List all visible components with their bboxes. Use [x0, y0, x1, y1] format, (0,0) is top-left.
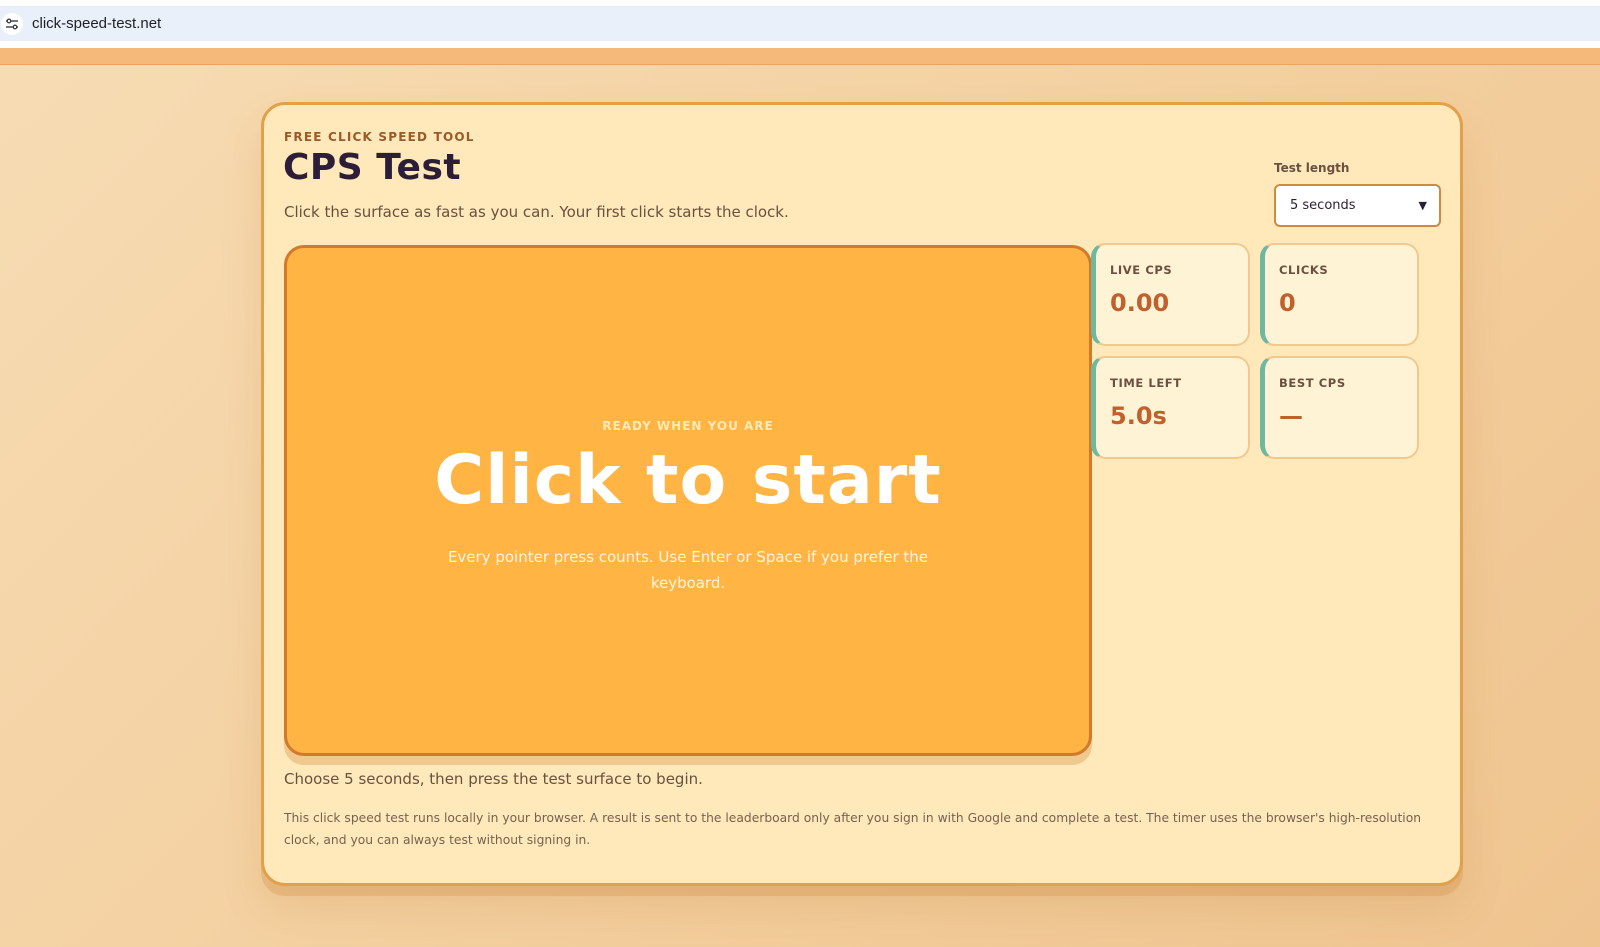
- stat-live-cps: LIVE CPS 0.00: [1091, 243, 1250, 346]
- site-top-strip: [0, 48, 1600, 65]
- surface-title: Click to start: [434, 441, 942, 520]
- stat-label: BEST CPS: [1279, 376, 1346, 390]
- click-test-surface[interactable]: READY WHEN YOU ARE Click to start Every …: [284, 245, 1092, 756]
- tune-icon[interactable]: [1, 12, 23, 35]
- surface-hint: Every pointer press counts. Use Enter or…: [447, 548, 929, 592]
- stat-best-cps: BEST CPS —: [1260, 356, 1419, 459]
- stat-value: 5.0s: [1110, 402, 1167, 430]
- test-length-label: Test length: [1274, 161, 1350, 175]
- test-length-value: 5 seconds: [1290, 198, 1356, 213]
- chevron-down-icon: ▼: [1418, 199, 1427, 212]
- stat-label: CLICKS: [1279, 263, 1329, 277]
- stat-clicks: CLICKS 0: [1260, 243, 1419, 346]
- page-title: CPS Test: [283, 147, 462, 188]
- stat-value: 0.00: [1110, 289, 1170, 317]
- eyebrow-label: FREE CLICK SPEED TOOL: [284, 130, 475, 144]
- stat-label: TIME LEFT: [1110, 376, 1182, 390]
- browser-chrome: click-speed-test.net: [0, 0, 1600, 48]
- stat-value: —: [1279, 402, 1303, 430]
- status-line: Choose 5 seconds, then press the test su…: [284, 770, 703, 788]
- privacy-footnote: This click speed test runs locally in yo…: [284, 811, 1422, 847]
- address-bar[interactable]: click-speed-test.net: [0, 6, 1600, 41]
- url-text[interactable]: click-speed-test.net: [32, 15, 161, 32]
- test-length-select[interactable]: 5 seconds ▼: [1274, 184, 1441, 227]
- stat-label: LIVE CPS: [1110, 263, 1173, 277]
- surface-eyebrow: READY WHEN YOU ARE: [602, 419, 774, 433]
- stat-time-left: TIME LEFT 5.0s: [1091, 356, 1250, 459]
- page-subtitle: Click the surface as fast as you can. Yo…: [284, 203, 789, 221]
- stat-value: 0: [1279, 289, 1296, 317]
- cps-test-card: FREE CLICK SPEED TOOL CPS Test Click the…: [261, 102, 1463, 886]
